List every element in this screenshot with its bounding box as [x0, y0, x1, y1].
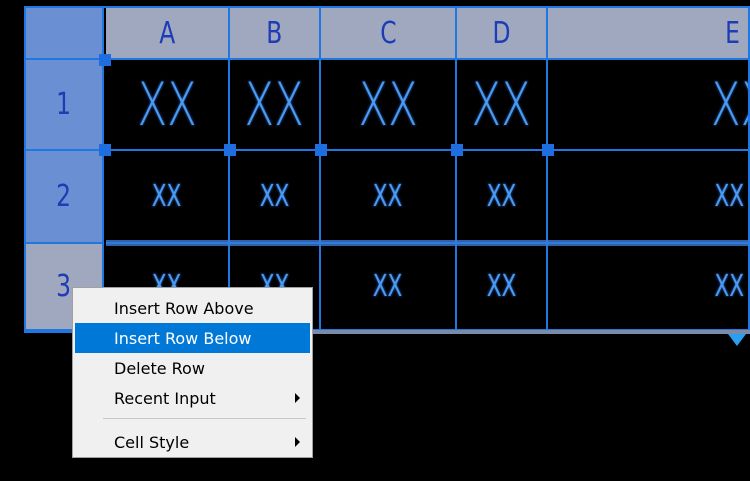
row-header-label: 3 — [56, 269, 72, 304]
column-grip-c[interactable] — [315, 144, 327, 156]
column-grip-e[interactable] — [542, 144, 554, 156]
row-header-label: 2 — [56, 179, 72, 214]
menu-item-recent-input[interactable]: Recent Input — [75, 383, 310, 413]
table-cell-d1[interactable]: XX — [457, 60, 548, 151]
column-header-e[interactable]: E — [548, 8, 750, 60]
row-grip-a[interactable] — [99, 144, 111, 156]
menu-item-label: Insert Row Above — [114, 298, 254, 318]
table-cell-a2[interactable]: XX — [106, 151, 230, 244]
context-menu: Insert Row Above Insert Row Below Delete… — [72, 287, 313, 458]
menu-item-insert-row-above[interactable]: Insert Row Above — [75, 293, 310, 323]
cell-text: XX — [471, 69, 532, 140]
submenu-arrow-icon — [295, 393, 300, 403]
column-header-label: B — [266, 15, 283, 51]
column-header-label: D — [492, 15, 511, 51]
menu-item-label: Cell Style — [114, 432, 190, 452]
cell-text: XX — [710, 69, 748, 140]
column-header-d[interactable]: D — [457, 8, 548, 60]
cell-text: XX — [358, 69, 418, 140]
table-cell-a1[interactable]: XX — [106, 60, 230, 151]
column-grip-b[interactable] — [224, 144, 236, 156]
menu-item-insert-row-below[interactable]: Insert Row Below — [75, 323, 310, 353]
column-header-label: A — [158, 15, 176, 51]
table-corner-cell[interactable] — [26, 8, 104, 60]
table-cell-b1[interactable]: XX — [230, 60, 321, 151]
submenu-arrow-icon — [295, 437, 300, 447]
table-cell-e1[interactable]: XX — [548, 60, 750, 151]
table-cell-c1[interactable]: XX — [321, 60, 457, 151]
menu-item-delete-row[interactable]: Delete Row — [75, 353, 310, 383]
table-cell-c2[interactable]: XX — [321, 151, 457, 244]
row-header-1[interactable]: 1 — [26, 60, 104, 151]
row-header-2[interactable]: 2 — [26, 151, 104, 244]
table-cell-d3[interactable]: XX — [457, 244, 548, 331]
column-header-a[interactable]: A — [106, 8, 230, 60]
cell-text: XX — [486, 179, 517, 214]
column-header-c[interactable]: C — [321, 8, 457, 60]
cell-text: XX — [259, 179, 290, 214]
column-header-b[interactable]: B — [230, 8, 321, 60]
menu-item-label: Insert Row Below — [114, 328, 252, 348]
cell-text: XX — [244, 69, 305, 140]
cell-text: XX — [714, 269, 744, 304]
cell-text: XX — [486, 269, 517, 304]
cell-text: XX — [714, 179, 744, 214]
table-break-grip-icon[interactable] — [728, 334, 746, 346]
column-grip-d[interactable] — [451, 144, 463, 156]
table-cell-b2[interactable]: XX — [230, 151, 321, 244]
table-grip-top-left[interactable] — [99, 54, 111, 66]
table-cell-d2[interactable]: XX — [457, 151, 548, 244]
cell-text: XX — [373, 269, 403, 304]
menu-item-label: Delete Row — [114, 358, 205, 378]
column-header-label: C — [379, 15, 397, 51]
row-header-label: 1 — [56, 87, 72, 122]
menu-item-cell-style[interactable]: Cell Style — [75, 427, 310, 457]
table-cell-e2[interactable]: XX — [548, 151, 750, 244]
table-cell-c3[interactable]: XX — [321, 244, 457, 331]
column-header-label: E — [725, 15, 740, 51]
menu-separator — [103, 418, 306, 419]
cell-text: XX — [373, 179, 403, 214]
table-cell-e3[interactable]: XX — [548, 244, 750, 331]
drawing-canvas[interactable]: A B C D E 1 2 3 XX XX XX XX XX XX XX XX … — [0, 0, 750, 481]
menu-item-label: Recent Input — [114, 388, 216, 408]
selected-row-highlight — [106, 240, 750, 246]
cell-text: XX — [152, 179, 182, 214]
cell-text: XX — [137, 69, 197, 140]
